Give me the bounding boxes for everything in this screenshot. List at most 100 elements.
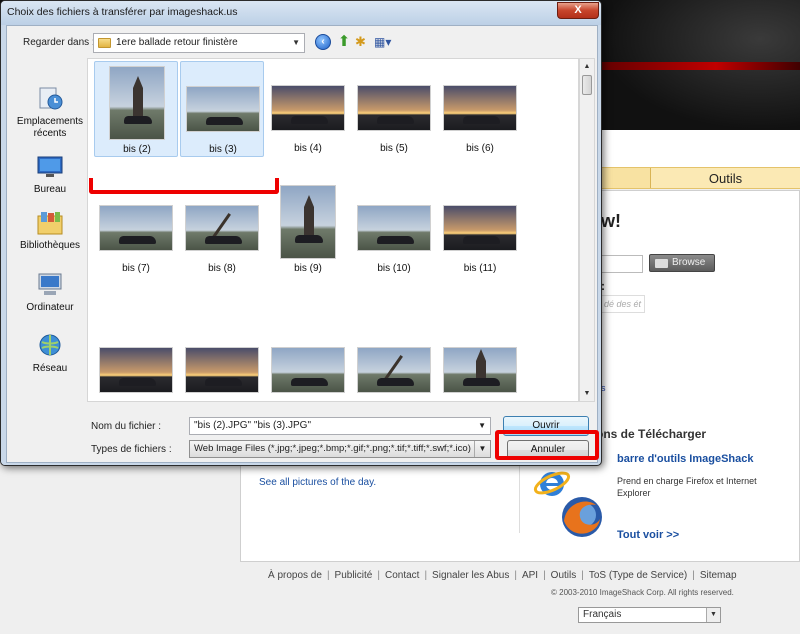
image-thumbnail	[109, 66, 165, 140]
file-name-field[interactable]: "bis (2).JPG" "bis (3).JPG" ▼	[189, 417, 491, 435]
footer-link[interactable]: API	[522, 570, 538, 581]
file-item[interactable]: bis (3)	[180, 61, 264, 157]
background-tab-bar: Outils	[600, 167, 800, 189]
places-bar: Emplacements récents Bureau Bibliothèques O…	[14, 58, 86, 408]
place-network[interactable]: Réseau	[14, 333, 86, 375]
scroll-up-icon[interactable]: ▲	[580, 59, 594, 74]
imageshack-toolbar-link[interactable]: barre d'outils ImageShack	[617, 453, 754, 465]
file-label: bis (4)	[294, 143, 322, 154]
image-thumbnail	[357, 347, 431, 393]
close-button[interactable]: X	[557, 2, 599, 19]
toolbar-description: Prend en charge Firefox et Internet Expl…	[617, 476, 757, 498]
place-libraries[interactable]: Bibliothèques	[14, 210, 86, 252]
network-icon	[36, 333, 64, 359]
place-computer[interactable]: Ordinateur	[14, 272, 86, 314]
download-section-title: ons de Télécharger	[596, 427, 707, 441]
file-label: bis (6)	[466, 143, 494, 154]
file-label: bis (3)	[209, 144, 237, 155]
place-label: Bureau	[33, 184, 67, 195]
place-label: Emplacements récents	[16, 116, 84, 139]
scroll-thumb[interactable]	[582, 75, 592, 95]
file-label: bis (7)	[122, 263, 150, 274]
place-label: Bibliothèques	[19, 240, 81, 251]
chevron-down-icon[interactable]: ▼	[478, 418, 486, 434]
footer-link[interactable]: Contact	[385, 570, 419, 581]
file-label: bis (11)	[463, 263, 497, 274]
view-menu-icon[interactable]: ▦▾	[374, 34, 394, 50]
footer-separator: |	[581, 570, 584, 581]
language-value: Français	[583, 609, 622, 620]
image-thumbnail	[443, 347, 517, 393]
file-item[interactable]: bis (13)	[180, 323, 264, 401]
file-list-scrollbar[interactable]: ▲ ▼	[579, 58, 595, 402]
dialog-title: Choix des fichiers à transférer par imag…	[7, 6, 238, 18]
see-more-link[interactable]: Tout voir >>	[617, 529, 679, 541]
file-name-value: "bis (2).JPG" "bis (3).JPG"	[194, 420, 311, 431]
file-item[interactable]: bis (11)	[438, 181, 522, 277]
file-item[interactable]: bis (12)	[94, 323, 178, 401]
see-all-pictures-link[interactable]: See all pictures of the day.	[259, 477, 376, 488]
annotation-red-box	[495, 430, 599, 460]
image-thumbnail	[271, 347, 345, 393]
image-thumbnail	[99, 205, 173, 251]
footer-link[interactable]: Sitemap	[700, 570, 737, 581]
file-item[interactable]: bis (14)	[266, 323, 350, 401]
image-thumbnail	[185, 347, 259, 393]
file-item[interactable]: bis (10)	[352, 181, 436, 277]
file-item[interactable]: bis (4)	[266, 61, 350, 157]
new-folder-icon[interactable]: ✱	[355, 34, 371, 50]
footer-link[interactable]: ToS (Type de Service)	[589, 570, 687, 581]
file-label: bis (5)	[380, 143, 408, 154]
recent-places-icon	[36, 86, 64, 112]
look-in-value: 1ere ballade retour finistère	[116, 37, 238, 48]
place-desktop[interactable]: Bureau	[14, 154, 86, 196]
language-select[interactable]: Français ▼	[578, 607, 721, 623]
libraries-icon	[36, 210, 64, 236]
file-item[interactable]: bis (7)	[94, 181, 178, 277]
file-label: bis (9)	[294, 263, 322, 274]
dropdown-arrow-icon: ▼	[706, 608, 720, 622]
dialog-body: Regarder dans : 1ere ballade retour fini…	[6, 25, 599, 463]
file-item[interactable]: bis (5)	[352, 61, 436, 157]
computer-icon	[36, 272, 64, 298]
image-thumbnail	[185, 205, 259, 251]
browse-button[interactable]: Browse	[649, 254, 715, 272]
footer-separator: |	[326, 570, 330, 581]
annotation-red-underline	[89, 178, 279, 194]
file-type-label: Types de fichiers :	[91, 444, 172, 455]
file-type-value: Web Image Files (*.jpg;*.jpeg;*.bmp;*.gi…	[194, 443, 471, 454]
browse-label: Browse	[672, 257, 706, 268]
image-thumbnail	[357, 205, 431, 251]
scroll-down-icon[interactable]: ▼	[580, 386, 594, 401]
place-label: Réseau	[32, 363, 68, 374]
footer-links: À propos de | Publicité | Contact | Signaler l…	[268, 570, 800, 581]
copyright-text: © 2003-2010 ImageShack Corp. All rights …	[551, 588, 734, 597]
description-input[interactable]: dé des ét	[601, 295, 645, 313]
image-thumbnail	[280, 185, 336, 259]
back-icon[interactable]: ‹	[315, 34, 331, 50]
footer-link[interactable]: Signaler les Abus	[432, 570, 509, 581]
footer-separator: |	[424, 570, 428, 581]
footer-link[interactable]: Publicité	[335, 570, 373, 581]
footer-link[interactable]: Outils	[551, 570, 577, 581]
footer-separator: |	[514, 570, 517, 581]
file-item[interactable]: bis (9)	[266, 181, 350, 277]
tab-outils[interactable]: Outils	[650, 168, 800, 188]
up-folder-icon[interactable]: ⬆	[336, 34, 352, 50]
file-item[interactable]: bis (16)	[438, 323, 522, 401]
file-item[interactable]: bis (8)	[180, 181, 264, 277]
file-item[interactable]: bis (2)	[94, 61, 178, 157]
footer-separator: |	[692, 570, 695, 581]
file-type-select[interactable]: Web Image Files (*.jpg;*.jpeg;*.bmp;*.gi…	[189, 440, 491, 458]
look-in-dropdown[interactable]: 1ere ballade retour finistère ▼	[93, 33, 305, 53]
place-label: Ordinateur	[26, 302, 74, 313]
footer-link[interactable]: À propos de	[268, 570, 322, 581]
place-recent-places[interactable]: Emplacements récents	[14, 86, 86, 140]
image-thumbnail	[443, 205, 517, 251]
dialog-title-bar[interactable]: Choix des fichiers à transférer par imag…	[1, 1, 601, 25]
upload-file-field[interactable]	[599, 255, 643, 273]
upload-heading: w!	[601, 211, 621, 231]
file-item[interactable]: bis (15)	[352, 323, 436, 401]
file-item[interactable]: bis (6)	[438, 61, 522, 157]
background-white-band	[600, 130, 800, 170]
